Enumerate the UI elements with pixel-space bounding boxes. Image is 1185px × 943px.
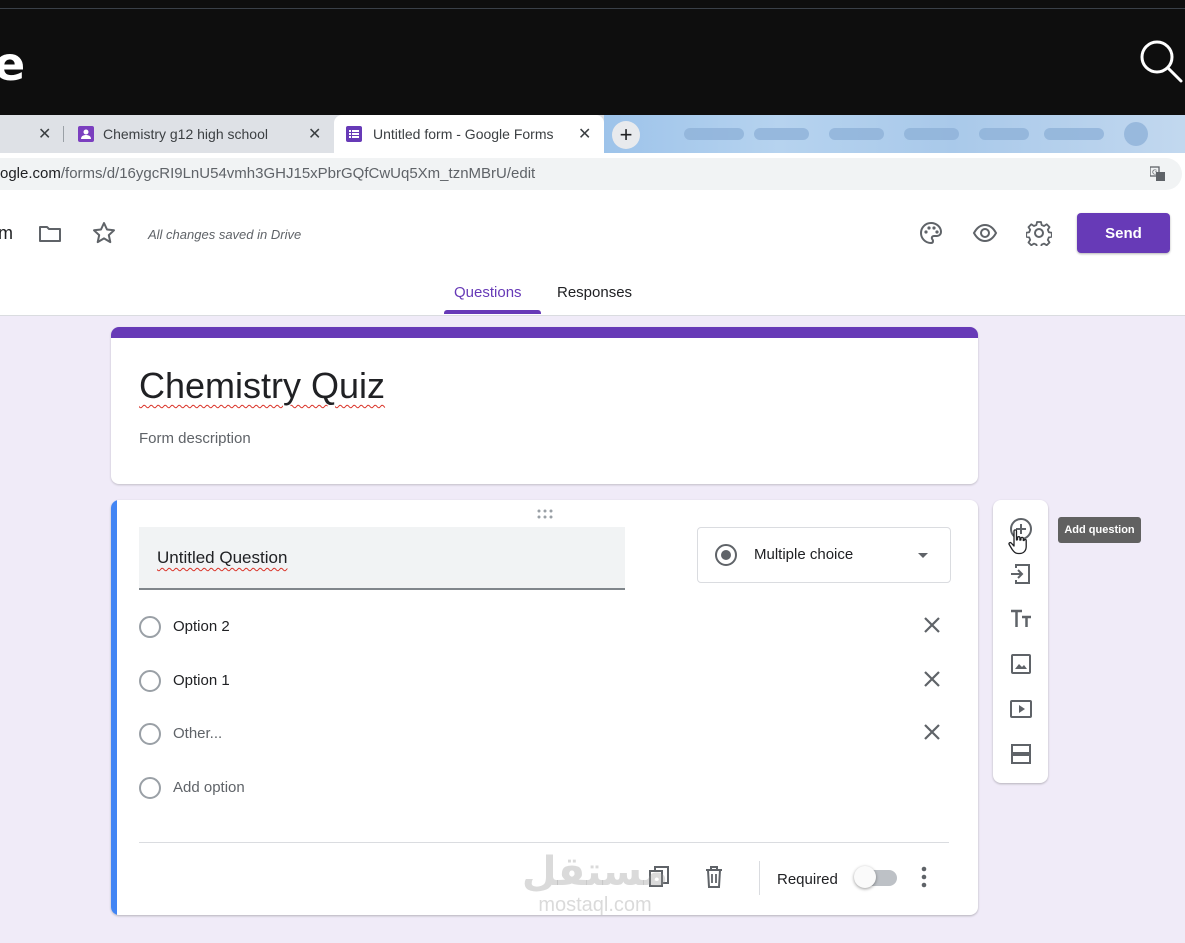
add-question-tooltip: Add question [1058,517,1141,543]
radio-circle [139,777,161,799]
question-title: Untitled Question [157,548,288,567]
tab-questions[interactable]: Questions [454,284,522,301]
form-title-card: Chemistry Quiz Form description [111,327,978,484]
other-option-row[interactable]: Other... [139,719,949,749]
close-tab-icon[interactable]: ✕ [578,124,591,144]
svg-text:G: G [1152,169,1157,177]
doc-title-fragment[interactable]: m [0,223,13,244]
tab-title: Untitled form - Google Forms [373,126,554,142]
browser-tab-strip: ✕ Chemistry g12 high school ✕ Untitled f… [0,115,1185,153]
palette-icon[interactable] [918,220,944,246]
question-type-label: Multiple choice [754,546,854,563]
more-options-icon[interactable] [914,864,934,890]
url-host: ogle.com [0,165,61,182]
classroom-icon [78,126,94,142]
question-title-field[interactable]: Untitled Question [139,527,625,590]
form-title[interactable]: Chemistry Quiz [139,365,385,407]
remove-option-icon[interactable] [919,719,945,745]
add-title-text-icon[interactable] [1008,606,1034,632]
dropdown-arrow-icon [918,553,928,558]
tab-responses[interactable]: Responses [557,284,632,301]
radio-button-icon [715,544,737,566]
google-forms-icon [346,126,362,142]
option-label[interactable]: Option 2 [173,618,230,635]
option-label[interactable]: Option 1 [173,672,230,689]
side-toolbar [993,500,1048,783]
drag-handle-icon[interactable] [535,508,555,520]
close-tab-icon[interactable]: ✕ [308,124,321,144]
theme-stripe [111,327,978,338]
send-button[interactable]: Send [1077,213,1170,253]
radio-circle [139,670,161,692]
add-video-icon[interactable] [1008,696,1034,722]
address-bar[interactable]: ogle.com/forms/d/16ygcRI9LnU54vmh3GHJ15x… [0,158,1182,190]
import-questions-icon[interactable] [1008,561,1034,587]
question-type-dropdown[interactable]: Multiple choice [697,527,951,583]
channel-logo-fragment: e [0,37,26,91]
folder-icon[interactable] [37,221,63,247]
new-tab-button[interactable]: + [612,121,640,149]
card-footer-divider [139,842,949,843]
remove-option-icon[interactable] [919,612,945,638]
blurred-tabs [604,115,1185,153]
add-option-row[interactable]: Add option [139,773,949,803]
url-path: /forms/d/16ygcRI9LnU54vmh3GHJ15xPbrGQfCw… [60,165,536,182]
required-label: Required [777,871,838,888]
radio-circle [139,723,161,745]
hand-cursor-icon [1008,529,1027,555]
video-top-bar: e [0,0,1185,115]
address-bar-row: ogle.com/forms/d/16ygcRI9LnU54vmh3GHJ15x… [0,153,1185,195]
duplicate-icon[interactable] [646,864,672,890]
footer-vertical-divider [759,861,760,895]
delete-trash-icon[interactable] [701,864,727,890]
forms-header: m All changes saved in Drive Send Questi… [0,195,1185,316]
question-card: Untitled Question Multiple choice Option… [111,500,978,915]
option-row[interactable]: Option 2 [139,612,949,642]
close-tab-icon[interactable]: ✕ [38,124,51,144]
remove-option-icon[interactable] [919,666,945,692]
save-status: All changes saved in Drive [148,227,302,242]
add-option-label[interactable]: Add option [173,779,245,796]
settings-gear-icon[interactable] [1026,220,1052,246]
tab-partial[interactable]: ✕ [0,115,62,153]
active-card-indicator [111,500,117,915]
tab-title: Chemistry g12 high school [103,126,268,142]
option-label[interactable]: Other... [173,725,222,742]
top-divider [0,8,1185,9]
active-tab-indicator [444,310,541,314]
url-text[interactable]: ogle.com/forms/d/16ygcRI9LnU54vmh3GHJ15x… [0,165,535,182]
star-icon[interactable] [91,220,117,246]
add-section-icon[interactable] [1008,741,1034,767]
form-description-field[interactable]: Form description [139,430,251,447]
tab-google-forms[interactable]: Untitled form - Google Forms ✕ [334,115,604,153]
add-image-icon[interactable] [1008,651,1034,677]
required-toggle-knob[interactable] [854,866,876,888]
search-icon[interactable] [1138,38,1184,84]
preview-eye-icon[interactable] [972,220,998,246]
translate-icon[interactable]: G [1150,166,1166,182]
radio-circle [139,616,161,638]
option-row[interactable]: Option 1 [139,666,949,696]
tab-chemistry-classroom[interactable]: Chemistry g12 high school ✕ [64,115,334,153]
